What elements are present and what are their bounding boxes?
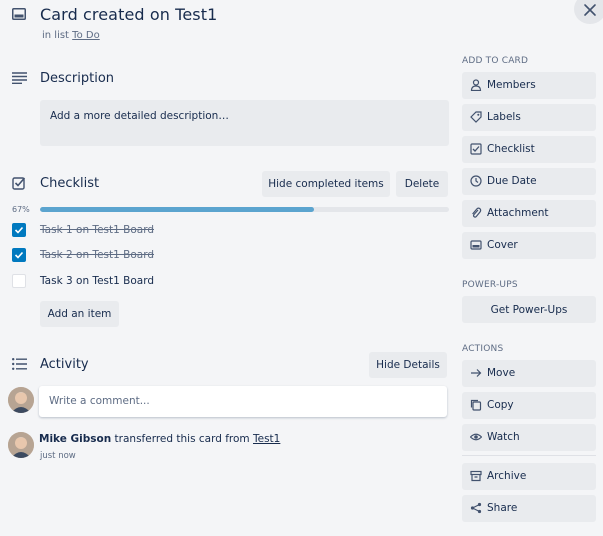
get-power-ups-button[interactable]: Get Power-Ups [462,296,596,323]
copy-icon [470,399,482,411]
get-power-ups-label: Get Power-Ups [490,303,568,316]
description-heading: Description [40,71,115,86]
close-icon [584,4,596,16]
eye-icon [470,433,482,441]
activity-timestamp[interactable]: just now [40,451,76,461]
close-button[interactable] [574,0,603,24]
checklist-button[interactable]: Checklist [462,136,596,163]
check-icon [14,226,24,234]
activity-icon [12,358,27,370]
sidebar-divider [462,455,596,456]
attachment-label: Attachment [487,207,549,219]
hide-details-button[interactable]: Hide Details [369,352,447,378]
check-icon [14,251,24,259]
task-1-checkbox[interactable] [12,223,26,237]
checklist-icon [12,177,26,190]
in-list-prefix: in list [42,30,69,41]
task-2-checkbox[interactable] [12,248,26,262]
labels-label: Labels [487,111,521,123]
checklist-label: Checklist [487,143,535,155]
activity-user[interactable]: Mike Gibson [39,433,111,445]
archive-label: Archive [487,470,527,482]
share-icon [470,502,482,514]
clock-icon [470,175,482,187]
labels-button[interactable]: Labels [462,104,596,131]
arrow-right-icon [471,369,482,377]
add-to-card-heading: ADD TO CARD [462,56,529,66]
avatar[interactable] [8,387,34,413]
delete-checklist-button[interactable]: Delete [396,171,448,197]
card-title[interactable]: Card created on Test1 [40,5,217,24]
activity-avatar[interactable] [8,432,34,458]
task-1-label[interactable]: Task 1 on Test1 Board [40,224,154,236]
progress-percent: 67% [12,205,30,214]
share-label: Share [487,502,518,514]
archive-button[interactable]: Archive [462,463,596,490]
description-icon [12,72,27,84]
watch-button[interactable]: Watch [462,424,596,451]
card-icon [12,8,26,20]
activity-action: transferred this card from [114,433,250,445]
add-item-button[interactable]: Add an item [40,301,119,327]
watch-label: Watch [487,431,520,443]
comment-input[interactable]: Write a comment... [39,386,447,417]
cover-label: Cover [487,239,518,251]
due-date-button[interactable]: Due Date [462,168,596,195]
due-date-label: Due Date [487,175,537,187]
checklist-heading: Checklist [40,176,100,191]
activity-entry: Mike Gibson transferred this card from T… [39,433,280,445]
user-avatar-icon [8,432,34,458]
list-link[interactable]: To Do [72,30,100,41]
progress-bar [40,207,449,212]
members-label: Members [487,79,536,91]
paperclip-icon [472,207,482,218]
hide-completed-button[interactable]: Hide completed items [262,171,390,197]
move-button[interactable]: Move [462,360,596,387]
task-3-label[interactable]: Task 3 on Test1 Board [40,275,154,287]
activity-heading: Activity [40,357,89,372]
activity-board-link[interactable]: Test1 [253,433,280,445]
members-button[interactable]: Members [462,72,596,99]
person-icon [470,79,482,91]
user-avatar-icon [8,387,34,413]
move-label: Move [487,367,516,379]
tag-icon [470,111,482,123]
cover-button[interactable]: Cover [462,232,596,259]
copy-button[interactable]: Copy [462,392,596,419]
task-2-label[interactable]: Task 2 on Test1 Board [40,249,154,261]
actions-heading: ACTIONS [462,344,504,354]
cover-icon [470,240,482,250]
in-list-text: in list To Do [42,30,100,41]
share-button[interactable]: Share [462,495,596,522]
task-3-checkbox[interactable] [12,274,26,288]
power-ups-heading: POWER-UPS [462,280,518,290]
progress-bar-fill [40,207,315,212]
attachment-button[interactable]: Attachment [462,200,596,227]
archive-icon [470,470,482,482]
checklist-icon [470,143,482,155]
description-field[interactable]: Add a more detailed description… [40,100,449,146]
copy-label: Copy [487,399,514,411]
